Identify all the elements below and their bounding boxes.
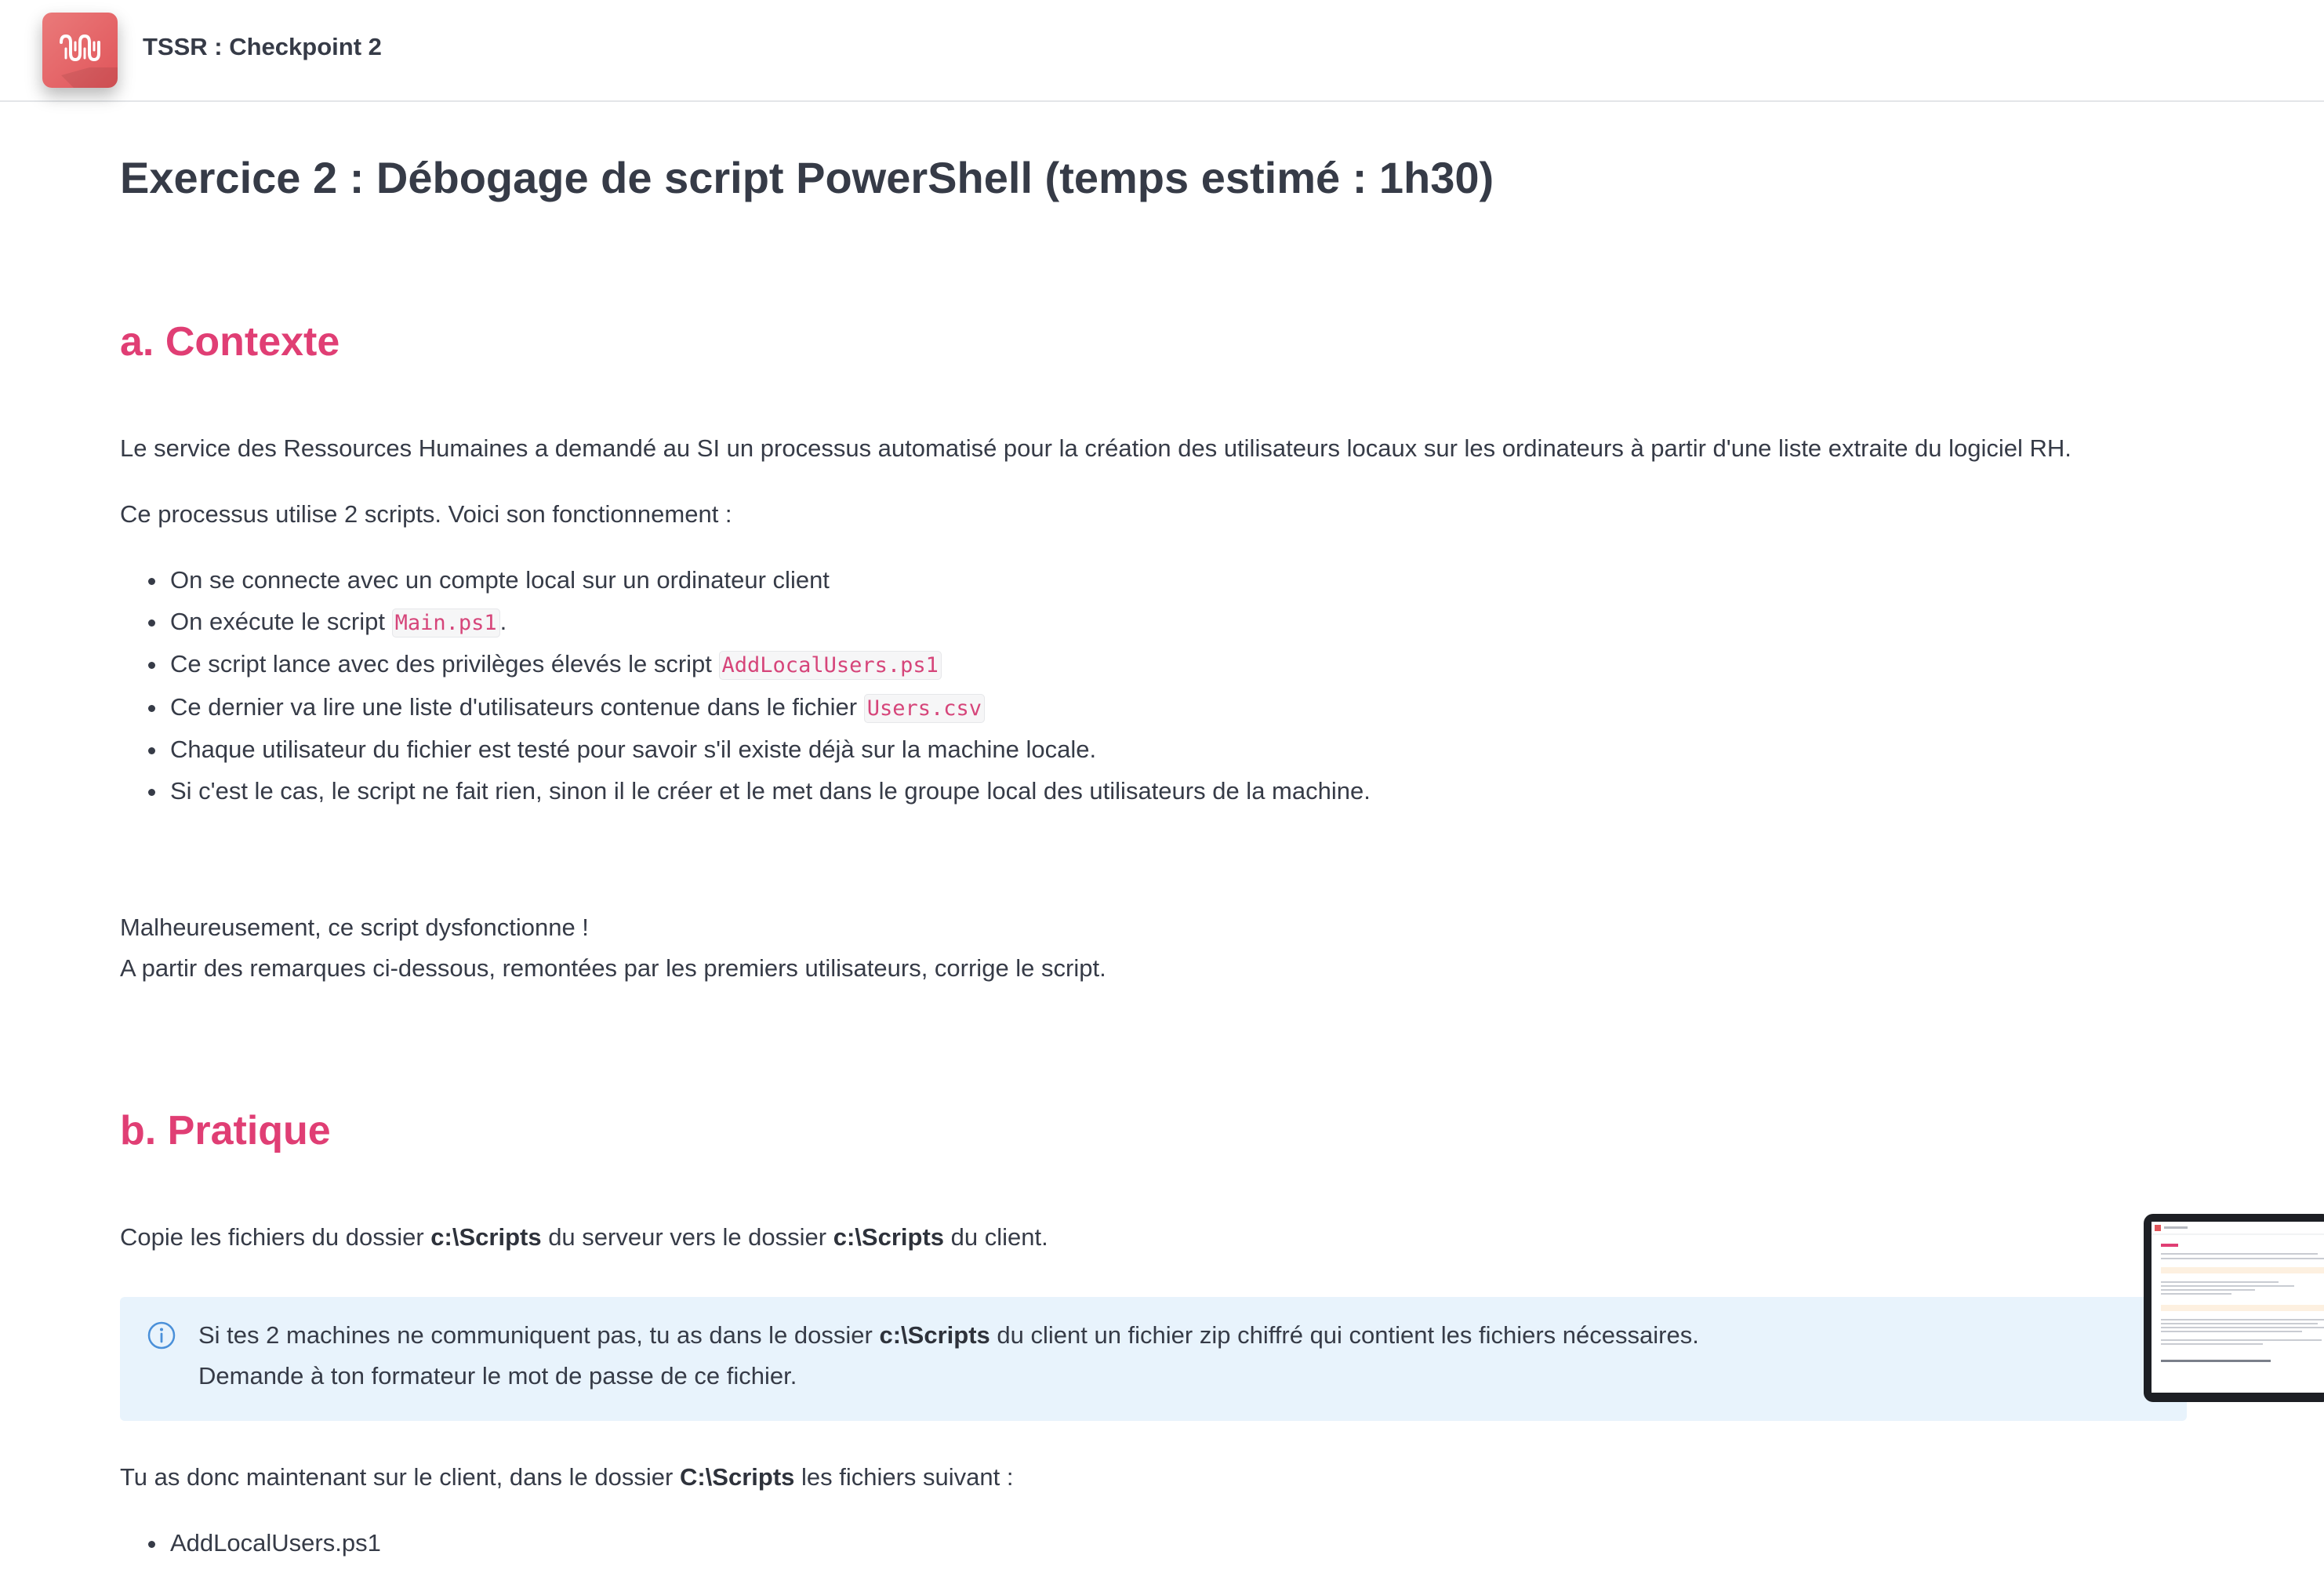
copy-instruction: Copie les fichiers du dossier c:\Scripts… [120, 1217, 1048, 1258]
warning-paragraph: Malheureusement, ce script dysfonctionne… [120, 907, 1106, 989]
process-intro: Ce processus utilise 2 scripts. Voici so… [120, 500, 732, 528]
list-item: Ce script lance avec des privilèges élev… [120, 644, 1371, 687]
info-line-2: Demande à ton formateur le mot de passe … [198, 1362, 797, 1390]
step-text: Ce dernier va lire une liste d'utilisate… [170, 692, 864, 721]
step-suffix: . [499, 607, 507, 635]
list-item: Ce dernier va lire une liste d'utilisate… [120, 687, 1371, 730]
inline-code-addlocalusers: AddLocalUsers.ps1 [718, 651, 942, 680]
course-title: TSSR : Checkpoint 2 [143, 33, 382, 60]
files-text: les fichiers suivant : [794, 1463, 1014, 1491]
copy-text: du client. [944, 1223, 1048, 1251]
copy-text: Copie les fichiers du dossier [120, 1223, 431, 1251]
page-title: Exercice 2 : Débogage de script PowerShe… [120, 153, 1494, 202]
path-server-scripts: c:\Scripts [430, 1223, 542, 1251]
inline-code-users-csv: Users.csv [863, 693, 986, 723]
warning-line-2: A partir des remarques ci-dessous, remon… [120, 954, 1106, 982]
step-text: Si c'est le cas, le script ne fait rien,… [170, 776, 1371, 805]
list-item: On exécute le script Main.ps1. [120, 601, 1371, 645]
step-text: Chaque utilisateur du fichier est testé … [170, 736, 1097, 763]
list-item: Si c'est le cas, le script ne fait rien,… [120, 771, 1371, 812]
inline-code-main: Main.ps1 [391, 608, 500, 638]
copy-text: du serveur vers le dossier [541, 1223, 833, 1251]
info-line-1-end: du client un fichier zip chiffré qui con… [990, 1321, 1699, 1349]
page-preview-minimap [2152, 1225, 2324, 1362]
info-circle-icon [147, 1321, 176, 1350]
files-list: AddLocalUsers.ps1 [120, 1523, 381, 1564]
path-client-scripts: c:\Scripts [833, 1223, 945, 1251]
warning-line-1: Malheureusement, ce script dysfonctionne… [120, 914, 589, 941]
section-heading-pratique: b. Pratique [120, 1108, 331, 1153]
path-client-scripts: c:\Scripts [879, 1321, 990, 1349]
info-line-1: Si tes 2 machines ne communiquent pas, t… [198, 1321, 880, 1349]
list-item: On se connecte avec un compte local sur … [120, 560, 1371, 601]
top-bar: TSSR : Checkpoint 2 [0, 0, 2324, 102]
step-text: On se connecte avec un compte local sur … [170, 566, 830, 594]
files-text: Tu as donc maintenant sur le client, dan… [120, 1463, 680, 1491]
process-steps-list: On se connecte avec un compte local sur … [120, 560, 1371, 812]
path-client-scripts: C:\Scripts [679, 1463, 795, 1491]
file-name: AddLocalUsers.ps1 [170, 1529, 381, 1557]
info-callout: Si tes 2 machines ne communiquent pas, t… [120, 1297, 2187, 1421]
list-item: Chaque utilisateur du fichier est testé … [120, 729, 1371, 771]
section-heading-contexte: a. Contexte [120, 319, 340, 365]
context-intro: Le service des Ressources Humaines a dem… [120, 434, 2072, 462]
step-text: On exécute le script [170, 607, 392, 635]
files-intro: Tu as donc maintenant sur le client, dan… [120, 1457, 1014, 1498]
course-logo-icon[interactable] [42, 13, 118, 88]
page-preview-thumbnail[interactable] [2144, 1214, 2324, 1402]
info-text: Si tes 2 machines ne communiquent pas, t… [198, 1315, 1699, 1397]
page-preview-content [2152, 1222, 2324, 1393]
list-item: AddLocalUsers.ps1 [120, 1523, 381, 1564]
step-text: Ce script lance avec des privilèges élev… [170, 650, 719, 678]
logo-glyph [60, 34, 118, 88]
